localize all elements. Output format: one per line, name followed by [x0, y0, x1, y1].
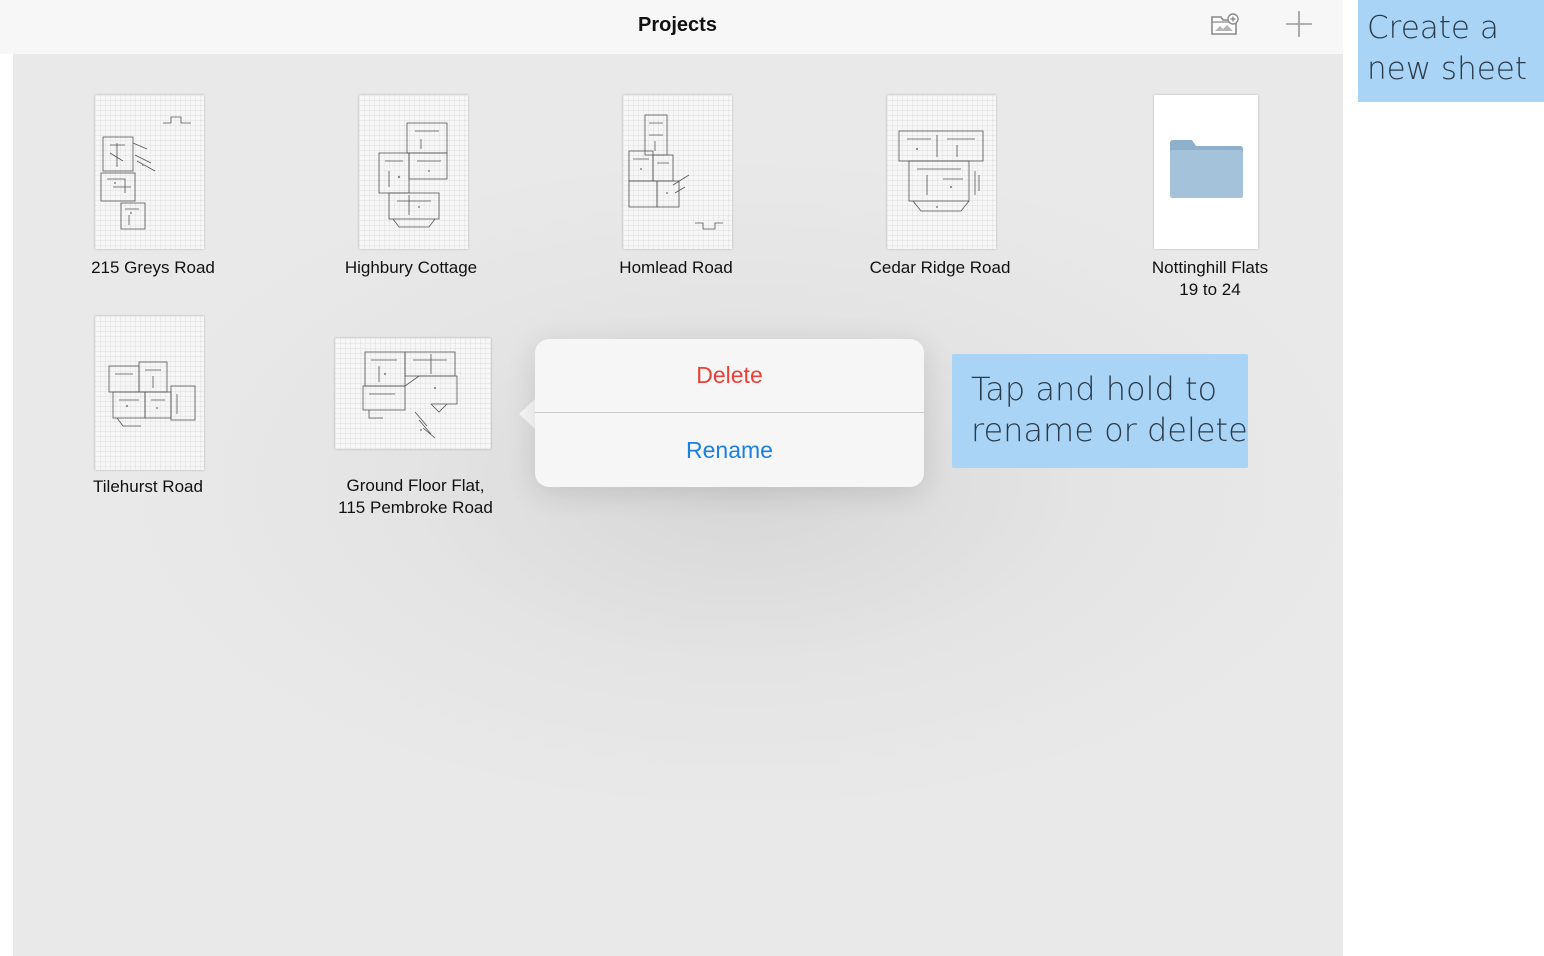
floor-plan-thumbnail	[359, 95, 468, 249]
tap-hold-callout: Tap and hold to rename or delete	[952, 354, 1248, 468]
floor-plan-thumbnail	[95, 95, 204, 249]
callout-line: Create a	[1367, 10, 1499, 46]
plus-icon	[1284, 9, 1314, 44]
project-tile[interactable]: 215 Greys Road	[73, 94, 233, 294]
menu-divider	[535, 412, 924, 413]
floor-plan-thumbnail	[95, 316, 204, 470]
project-tile-selected[interactable]: Ground Floor Flat, 115 Pembroke Road	[323, 337, 508, 527]
project-tile[interactable]: Tilehurst Road	[68, 315, 228, 515]
folder-import-icon	[1209, 11, 1241, 42]
project-label: Highbury Cottage	[344, 258, 478, 277]
project-tile[interactable]: Highbury Cottage	[331, 94, 491, 294]
folder-tile[interactable]: Nottinghill Flats 19 to 24	[1130, 94, 1290, 306]
project-tile[interactable]: Homlead Road	[596, 94, 756, 294]
floor-plan-thumbnail	[623, 95, 732, 249]
rename-menu-item[interactable]: Rename	[535, 414, 924, 487]
project-label: Cedar Ridge Road	[869, 258, 1011, 277]
add-sheet-button[interactable]	[1281, 8, 1317, 44]
projects-grid: 215 Greys Road Highbury Cottage Homlead …	[13, 54, 1343, 956]
callout-line: new sheet	[1367, 51, 1528, 87]
folder-thumbnail	[1154, 95, 1258, 249]
callout-line: rename or delete	[971, 411, 1248, 449]
floor-plan-thumbnail	[335, 338, 491, 449]
folder-label: Nottinghill Flats 19 to 24	[1151, 258, 1269, 299]
import-button[interactable]	[1207, 8, 1243, 44]
navigation-bar: Projects	[0, 0, 1343, 54]
context-menu-popover: Delete Rename	[535, 339, 924, 487]
page-title: Projects	[638, 14, 717, 36]
project-label: Tilehurst Road	[93, 477, 203, 496]
delete-menu-item[interactable]: Delete	[535, 339, 924, 412]
project-label: Homlead Road	[619, 258, 733, 277]
create-sheet-callout: Create a new sheet	[1358, 0, 1544, 102]
project-label: 215 Greys Road	[91, 258, 215, 277]
floor-plan-thumbnail	[887, 95, 996, 249]
projects-screen: Projects 215 Greys Road Highbury Cottage…	[0, 0, 1343, 956]
project-tile[interactable]: Cedar Ridge Road	[860, 94, 1020, 294]
project-label: Ground Floor Flat, 115 Pembroke Road	[338, 476, 493, 517]
popover-arrow	[519, 398, 536, 430]
callout-line: Tap and hold to	[971, 370, 1218, 408]
